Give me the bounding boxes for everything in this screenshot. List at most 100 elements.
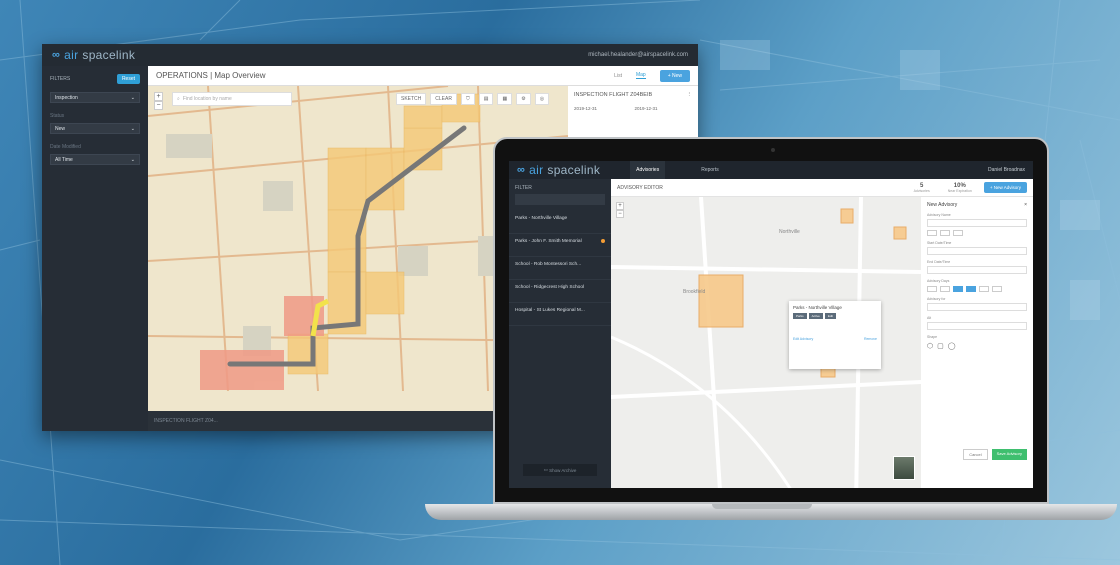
end-date-label: End Date/Time — [927, 260, 951, 264]
popup-chip: Active — [808, 313, 823, 319]
zoom-out-icon[interactable]: − — [154, 101, 163, 110]
reset-button[interactable]: Reset — [116, 74, 140, 84]
form-title: New Advisory — [927, 202, 958, 208]
advisory-list-sidebar: FILTER Parks - Northville Village Parks … — [509, 179, 611, 488]
logo-icon: ∞ — [52, 49, 61, 61]
advisory-days-label: Advisory Days — [927, 279, 950, 283]
operations-header: OPERATIONS | Map Overview List Map + New — [148, 66, 698, 86]
save-advisory-button[interactable]: Save Advisory — [991, 449, 1027, 460]
location-search-input[interactable]: ⌕ Find location by name — [172, 92, 292, 106]
brand-air: air — [529, 163, 544, 177]
day-toggle[interactable] — [979, 286, 989, 292]
date-value: All Time — [55, 156, 73, 163]
day-toggle[interactable] — [992, 286, 1002, 292]
popup-row — [793, 322, 877, 326]
list-item-meta — [515, 223, 605, 227]
advisory-name-field[interactable] — [927, 219, 1027, 227]
list-item[interactable]: School - Rob Montessori Sch... — [509, 257, 611, 280]
advisory-for-label: Advisory for — [927, 297, 946, 301]
list-item[interactable]: Hospital - St Lukes Regional M... — [509, 303, 611, 326]
filter-label: FILTER — [515, 185, 532, 191]
more-icon[interactable]: ⋮ — [687, 92, 693, 98]
advisory-for-field[interactable] — [927, 303, 1027, 311]
option-toggle[interactable] — [953, 230, 963, 236]
satellite-toggle[interactable] — [893, 456, 915, 480]
remove-link[interactable]: Remove — [864, 337, 877, 341]
tab-reports[interactable]: Reports — [695, 161, 725, 179]
list-item[interactable]: Parks - Northville Village — [509, 211, 611, 234]
user-menu[interactable]: michael.healander@airspacelink.com — [588, 52, 688, 58]
laptop-screen: ∞ air spacelink Advisories Reports Daniel… — [509, 161, 1033, 488]
option-toggle[interactable] — [927, 230, 937, 236]
tab-map[interactable]: Map — [635, 72, 646, 79]
advisory-map[interactable]: Northville Brookfield + − Parks - Northv… — [611, 197, 921, 488]
list-item-title: School - Ridgecrest High School — [515, 285, 585, 290]
map-zoom-control: + − — [616, 202, 624, 218]
popup-chip[interactable]: Edit — [824, 313, 837, 319]
show-archive-button[interactable]: ▭ Show Archive — [523, 464, 597, 476]
brand-logo[interactable]: ∞ air spacelink — [517, 163, 600, 177]
list-item-meta — [515, 269, 605, 273]
flight-end-date: 2019-12-31 — [634, 106, 658, 111]
status-value: New — [55, 125, 66, 132]
square-icon[interactable]: ▢ — [937, 342, 944, 350]
new-advisory-form: New Advisory × Advisory Name Start Date/T… — [921, 197, 1033, 488]
date-label: Date Modified — [50, 144, 81, 150]
zoom-out-icon[interactable]: − — [616, 210, 624, 218]
zoom-in-icon[interactable]: + — [154, 92, 163, 101]
chevron-down-icon: ⌄ — [130, 125, 135, 132]
day-toggle[interactable] — [966, 286, 976, 292]
circle-icon[interactable]: ◯ — [948, 342, 956, 350]
sketch-button[interactable]: SKETCH — [396, 93, 427, 105]
advisory-popup: Parks - Northville Village Parks Active … — [789, 301, 881, 369]
stat-near-expiration: 10% Near Expiration — [948, 183, 972, 193]
edit-advisory-link[interactable]: Edit Advisory — [793, 337, 813, 341]
day-toggle[interactable] — [927, 286, 937, 292]
page-title: OPERATIONS | Map Overview — [156, 71, 266, 80]
laptop-notch — [712, 504, 812, 509]
tab-list[interactable]: List — [614, 73, 622, 79]
user-menu[interactable]: Daniel Broadnax — [988, 167, 1025, 173]
cancel-button[interactable]: Cancel — [963, 449, 988, 460]
alt-field[interactable] — [927, 322, 1027, 330]
new-button[interactable]: + New — [659, 69, 690, 82]
chevron-down-icon: ⌄ — [130, 156, 135, 163]
list-item[interactable]: School - Ridgecrest High School — [509, 280, 611, 303]
day-toggle[interactable] — [953, 286, 963, 292]
date-select[interactable]: All Time ⌄ — [50, 154, 140, 165]
laptop-top-bar: ∞ air spacelink Advisories Reports Daniel… — [509, 161, 1033, 179]
close-icon[interactable]: × — [1024, 202, 1027, 208]
map-zoom-control: + − — [154, 92, 163, 110]
advisory-name-label: Advisory Name — [927, 213, 951, 217]
zoom-in-icon[interactable]: + — [616, 202, 624, 210]
day-toggle[interactable] — [940, 286, 950, 292]
status-select[interactable]: New ⌄ — [50, 123, 140, 134]
filter-icon[interactable]: ⛉ — [460, 93, 475, 105]
top-bar: ∞ air spacelink michael.healander@airspac… — [42, 44, 698, 66]
polygon-icon[interactable]: ⬡ — [927, 342, 933, 350]
grid-icon[interactable]: ▦ — [497, 93, 513, 105]
brand-rest: spacelink — [82, 48, 136, 62]
list-item-title: School - Rob Montessori Sch... — [515, 262, 582, 267]
popup-chip: Parks — [793, 313, 807, 319]
stat-advisories-label: Advisories — [913, 188, 930, 193]
brand-rest: spacelink — [547, 163, 601, 177]
show-archive-label: Show Archive — [549, 467, 577, 473]
tab-advisories[interactable]: Advisories — [630, 161, 666, 179]
locate-icon[interactable]: ◎ — [534, 93, 550, 105]
list-item[interactable]: Parks - John F. Smith Memorial — [509, 234, 611, 257]
new-advisory-button[interactable]: + New Advisory — [983, 182, 1027, 193]
start-date-field[interactable] — [927, 247, 1027, 255]
logo-icon: ∞ — [517, 164, 526, 176]
settings-icon[interactable]: ⚙ — [516, 93, 531, 105]
end-date-field[interactable] — [927, 266, 1027, 274]
brand-logo[interactable]: ∞ air spacelink — [52, 48, 135, 62]
layers-icon[interactable]: ▤ — [478, 93, 494, 105]
filters-label: FILTERS — [50, 76, 71, 82]
option-toggle[interactable] — [940, 230, 950, 236]
search-icon: ⌕ — [177, 96, 180, 102]
advisory-main: ADVISORY EDITOR 5 Advisories 10% Near Expi… — [611, 179, 1033, 488]
clear-button[interactable]: CLEAR — [430, 93, 457, 105]
advisory-search-input[interactable] — [515, 194, 605, 205]
type-select[interactable]: Inspection ⌄ — [50, 92, 140, 103]
